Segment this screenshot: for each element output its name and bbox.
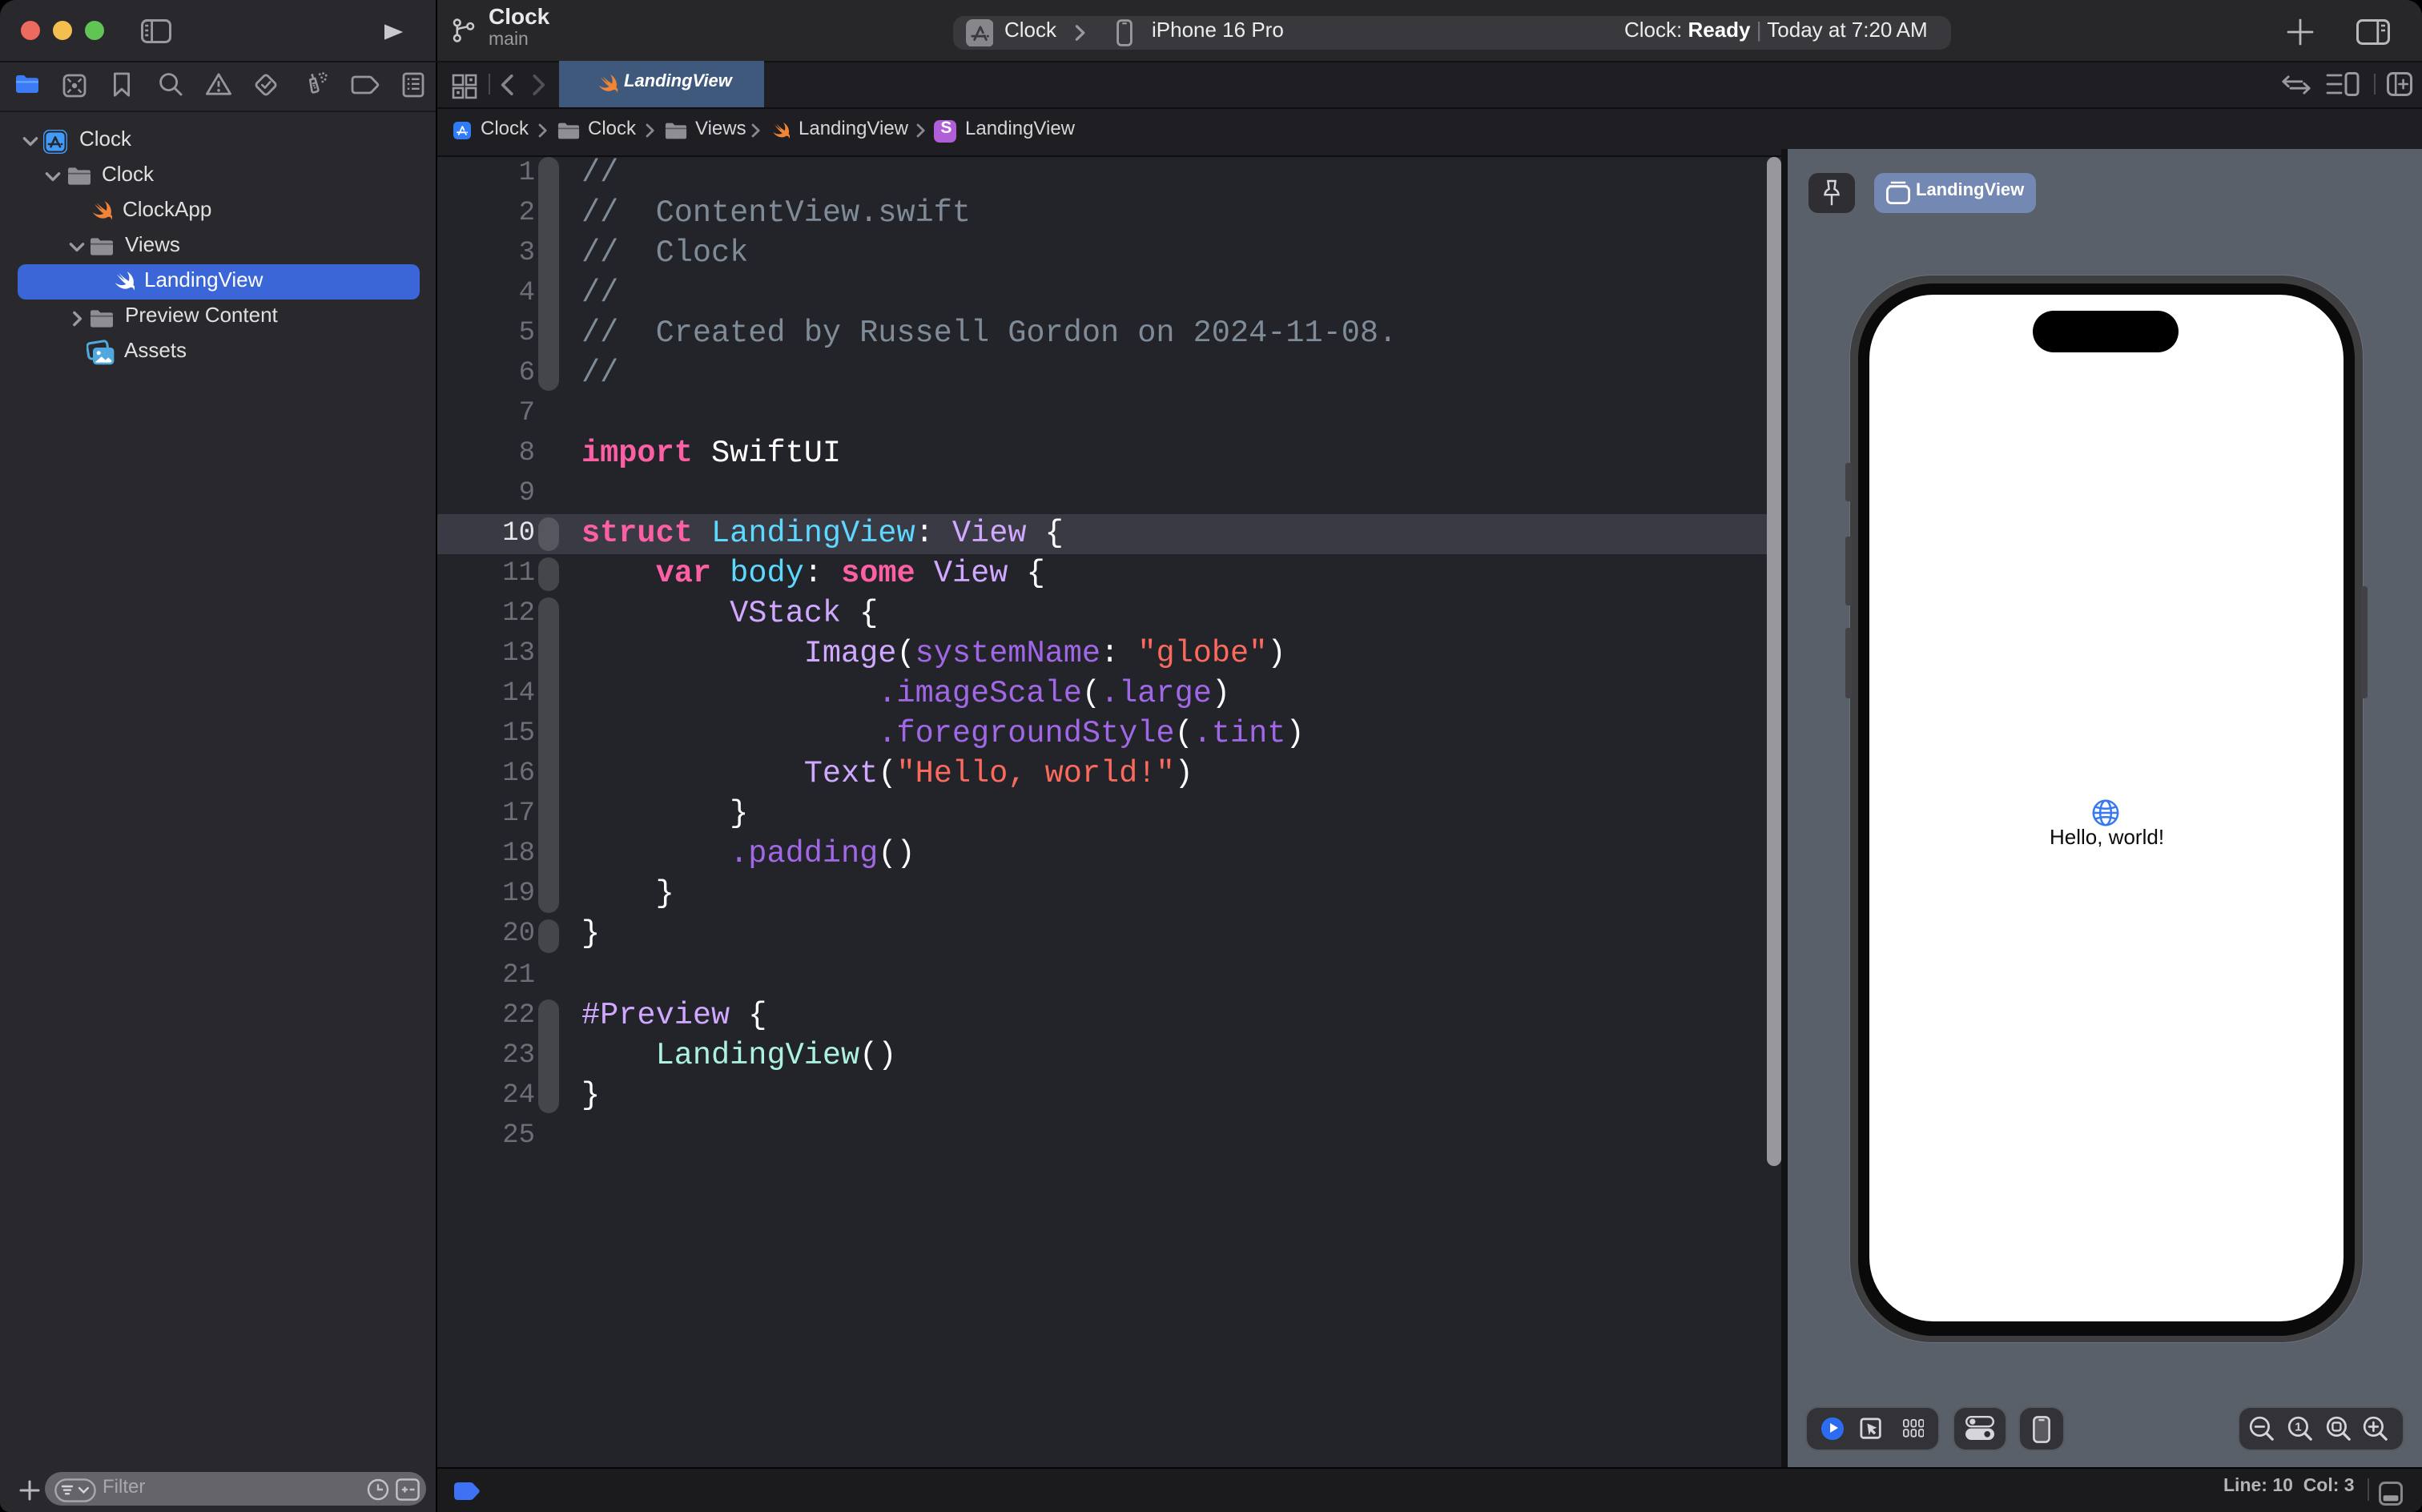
svg-text:1: 1 — [2294, 1421, 2300, 1434]
